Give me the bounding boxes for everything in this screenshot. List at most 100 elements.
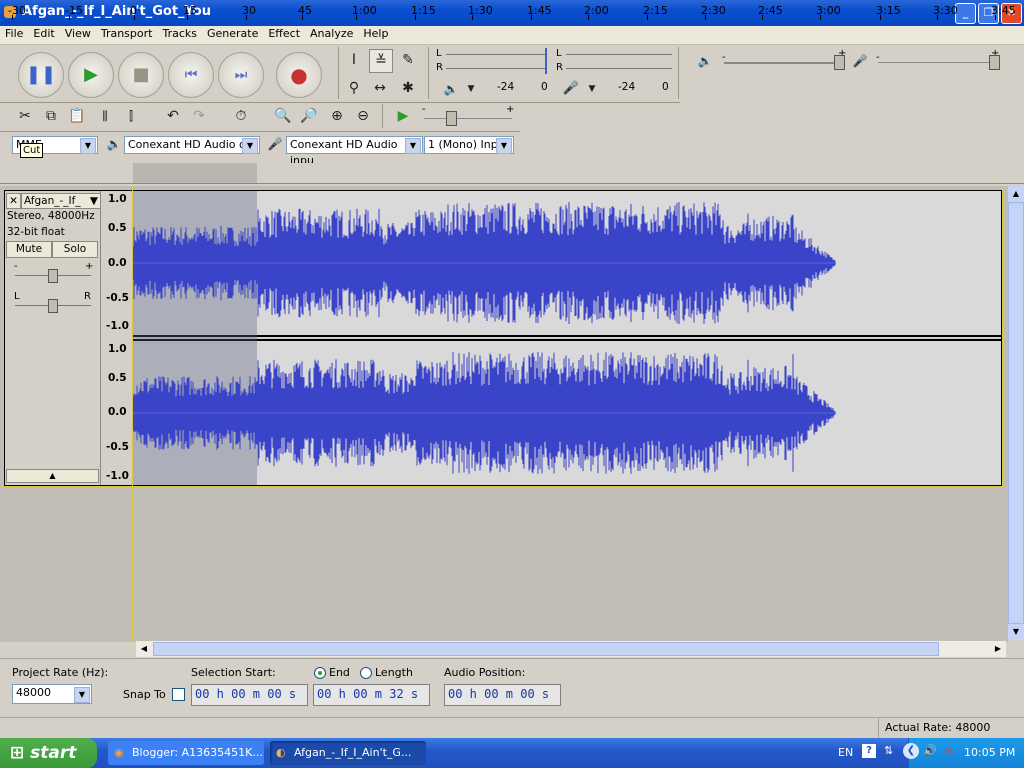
minimize-button[interactable]: _ <box>955 3 976 24</box>
input-device-select[interactable]: Conexant HD Audio inpu ▼ <box>286 136 423 167</box>
record-button[interactable]: ● <box>276 52 322 98</box>
pause-icon: ❚❚ <box>25 64 57 85</box>
menu-generate[interactable]: Generate <box>202 26 263 41</box>
mute-button[interactable]: Mute <box>6 241 52 258</box>
snap-to-checkbox[interactable] <box>172 688 185 701</box>
ruler-tick <box>302 15 303 20</box>
horizontal-scrollbar[interactable]: ◀ ▶ <box>136 641 1006 657</box>
track-close-button[interactable]: ✕ <box>6 193 21 209</box>
actual-rate: Actual Rate: 48000 <box>885 721 991 734</box>
input-meter-dropdown-icon[interactable]: ▼ <box>581 78 603 100</box>
ruler-label: -30 <box>8 4 26 17</box>
selection-end-field[interactable]: 00 h 00 m 32 s <box>313 684 430 706</box>
zoom-tool-icon[interactable]: ⚲ <box>343 77 365 99</box>
timeshift-tool-icon[interactable]: ↔ <box>369 77 391 99</box>
tray-expand-icon[interactable]: ❮ <box>903 743 919 759</box>
selection-end-value: 00 h 00 m 32 s <box>317 687 419 701</box>
menu-file[interactable]: File <box>0 26 28 41</box>
chevron-down-icon: ▼ <box>405 138 421 154</box>
fit-selection-icon[interactable]: ⊕ <box>326 105 348 127</box>
audio-position-field[interactable]: 00 h 00 m 00 s <box>444 684 561 706</box>
audio-position-value: 00 h 00 m 00 s <box>448 687 550 701</box>
play-speed-slider[interactable] <box>446 111 457 126</box>
chevron-down-icon: ▼ <box>80 138 96 154</box>
ruler-tick <box>69 15 70 20</box>
copy-icon[interactable]: ⧉ <box>40 105 62 127</box>
silence-icon[interactable]: ⫿ <box>120 105 142 127</box>
sync-lock-icon[interactable]: ⏱ <box>230 105 252 127</box>
microphone-icon[interactable]: 🎤 <box>560 78 582 100</box>
input-volume-slider[interactable] <box>989 55 1000 70</box>
gain-minus-label: - <box>14 261 18 272</box>
scroll-left-icon[interactable]: ◀ <box>136 641 152 657</box>
end-label: End <box>329 666 350 679</box>
scale-top-3: 0.0 <box>108 257 127 269</box>
stop-button[interactable]: ■ <box>118 52 164 98</box>
output-device-select[interactable]: Conexant HD Audio out ▼ <box>124 136 260 154</box>
project-rate-value: 48000 <box>16 686 51 699</box>
end-radio[interactable] <box>314 667 326 679</box>
track-name-menu[interactable]: Afgan_-_If_ ▼ <box>21 193 101 209</box>
skip-start-button[interactable]: ⏮ <box>168 52 214 98</box>
track-sample-format: 32-bit float <box>7 226 65 238</box>
track-name: Afgan_-_If_ <box>24 195 81 207</box>
gain-slider[interactable] <box>48 269 58 283</box>
network-icon[interactable]: ⇅ <box>884 744 893 757</box>
length-radio[interactable] <box>360 667 372 679</box>
project-rate-select[interactable]: 48000 ▼ <box>12 684 92 704</box>
horizontal-scroll-thumb[interactable] <box>153 642 939 656</box>
scroll-right-icon[interactable]: ▶ <box>990 641 1006 657</box>
cut-icon[interactable]: ✂ <box>14 105 36 127</box>
security-alert-icon[interactable]: ✕ <box>944 744 954 758</box>
redo-icon[interactable]: ↷ <box>188 105 210 127</box>
undo-icon[interactable]: ↶ <box>162 105 184 127</box>
chevron-down-icon: ▼ <box>74 687 90 703</box>
draw-tool-icon[interactable]: ✎ <box>397 49 419 71</box>
solo-button[interactable]: Solo <box>52 241 98 258</box>
zoom-in-icon[interactable]: 🔍 <box>272 105 294 127</box>
taskbar-item-audacity[interactable]: ◐ Afgan_-_If_I_Ain't_G... <box>270 741 426 765</box>
trim-icon[interactable]: ⫼ <box>94 105 116 127</box>
play-button[interactable]: ▶ <box>68 52 114 98</box>
menu-tracks[interactable]: Tracks <box>157 26 202 41</box>
language-indicator[interactable]: EN <box>838 746 853 759</box>
paste-icon[interactable]: 📋 <box>66 105 88 127</box>
scale-top-5: -1.0 <box>106 320 129 332</box>
speaker-icon[interactable]: 🔈 <box>440 78 462 100</box>
scale-top-2: 0.5 <box>108 222 127 234</box>
selection-start-field[interactable]: 00 h 00 m 00 s <box>191 684 308 706</box>
menu-effect[interactable]: Effect <box>263 26 305 41</box>
scroll-up-icon[interactable]: ▲ <box>1008 186 1024 202</box>
pan-slider[interactable] <box>48 299 58 313</box>
output-volume-slider[interactable] <box>834 55 845 70</box>
title-bar[interactable]: Afgan_-_If_I_Ain't_Got_You _ ❐ ✕ <box>0 0 1024 26</box>
zoom-out-icon[interactable]: 🔎 <box>298 105 320 127</box>
channels-select[interactable]: 1 (Mono) Inpu ▼ <box>424 136 514 154</box>
windows-logo-icon: ⊞ <box>10 743 25 763</box>
play-at-speed-icon[interactable]: ▶ <box>392 105 414 127</box>
menu-help[interactable]: Help <box>358 26 393 41</box>
ruler-label: -15 <box>65 4 83 17</box>
volume-icon[interactable]: 🔊 <box>923 744 937 757</box>
envelope-tool-icon[interactable]: ≚ <box>369 49 393 73</box>
collapse-track-button[interactable]: ▲ <box>6 469 99 483</box>
taskbar-item-blogger[interactable]: ◉ Blogger: A13635451K... <box>108 741 264 765</box>
menu-view[interactable]: View <box>60 26 96 41</box>
menu-transport[interactable]: Transport <box>96 26 158 41</box>
scale-top-1: 1.0 <box>108 193 127 205</box>
track-format: Stereo, 48000Hz <box>7 210 95 222</box>
scroll-down-icon[interactable]: ▼ <box>1008 624 1024 640</box>
selection-tool-icon[interactable]: I <box>343 49 365 71</box>
start-button[interactable]: ⊞ start <box>0 738 97 768</box>
menu-edit[interactable]: Edit <box>28 26 59 41</box>
output-meter-dropdown-icon[interactable]: ▼ <box>460 78 482 100</box>
pause-button[interactable]: ❚❚ <box>18 52 64 98</box>
skip-end-button[interactable]: ⏭ <box>218 52 264 98</box>
multi-tool-icon[interactable]: ✱ <box>397 77 419 99</box>
help-icon[interactable]: ? <box>862 744 876 758</box>
vertical-scrollbar[interactable]: ▲ ▼ <box>1008 186 1024 640</box>
fit-project-icon[interactable]: ⊖ <box>352 105 374 127</box>
vertical-scroll-thumb[interactable] <box>1008 202 1024 624</box>
menu-analyze[interactable]: Analyze <box>305 26 358 41</box>
ruler-tick <box>187 15 188 20</box>
